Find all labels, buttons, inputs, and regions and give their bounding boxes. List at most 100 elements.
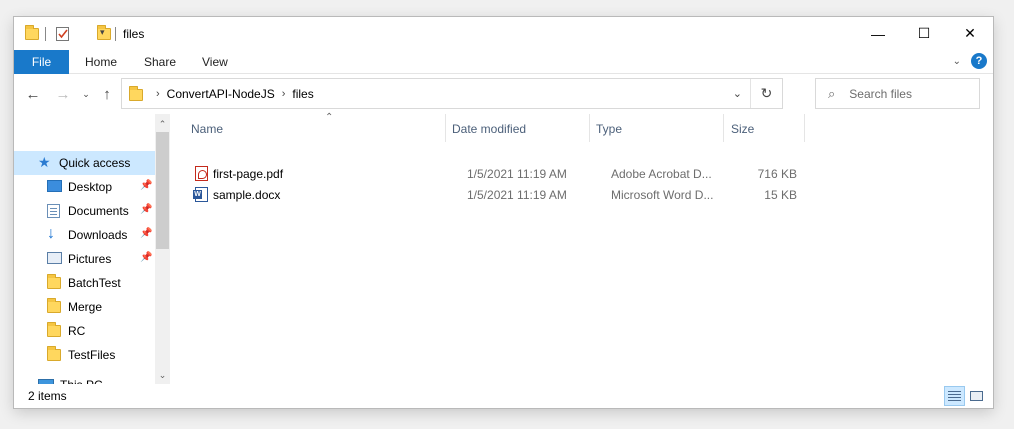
details-view-button[interactable]	[944, 386, 965, 406]
ribbon-tabs: File Home Share View ⌄ ?	[14, 50, 993, 74]
minimize-button[interactable]: —	[855, 17, 901, 50]
close-icon: ✕	[964, 25, 976, 41]
pdf-icon	[195, 166, 208, 181]
refresh-icon: ↻	[760, 85, 773, 101]
address-dropdown-icon[interactable]: ⌄	[733, 87, 742, 100]
expand-ribbon-icon[interactable]: ⌄	[953, 56, 961, 67]
column-header-date[interactable]: Date modified	[452, 114, 589, 144]
column-header-size[interactable]: Size	[731, 114, 803, 144]
large-icons-view-button[interactable]	[966, 386, 987, 406]
star-icon: ★	[38, 154, 51, 170]
scroll-up-icon[interactable]: ⌃	[155, 116, 170, 132]
column-label: Size	[731, 122, 755, 136]
nav-label: Pictures	[68, 252, 112, 266]
folder-icon	[47, 346, 61, 361]
search-input[interactable]	[849, 86, 950, 101]
column-label: Name	[191, 122, 224, 136]
column-header-type[interactable]: Type	[596, 114, 723, 144]
chevron-right-icon[interactable]: ›	[156, 88, 160, 100]
documents-icon	[47, 204, 60, 218]
file-size: 15 KB	[764, 188, 797, 202]
details-view-icon	[948, 390, 961, 402]
nav-item-downloads[interactable]: ↓ Downloads 📌	[14, 223, 155, 247]
column-label: Date modified	[452, 122, 527, 136]
breadcrumb-convertapi[interactable]: ConvertAPI-NodeJS	[167, 87, 275, 101]
back-button[interactable]: ←	[24, 84, 42, 104]
tab-file[interactable]: File	[14, 50, 69, 74]
up-button[interactable]: ↑	[98, 84, 116, 104]
nav-label: BatchTest	[68, 276, 121, 290]
folder-icon	[47, 322, 61, 337]
table-row[interactable]: sample.docx 1/5/2021 11:19 AM Microsoft …	[170, 185, 993, 206]
search-box[interactable]: ⌕	[815, 78, 980, 109]
pin-icon: 📌	[140, 228, 153, 239]
tab-view[interactable]: View	[202, 50, 228, 74]
desktop-icon	[47, 180, 62, 192]
up-arrow-icon: ↑	[103, 85, 111, 103]
table-row[interactable]: first-page.pdf 1/5/2021 11:19 AM Adobe A…	[170, 164, 993, 185]
pin-icon: 📌	[140, 180, 153, 191]
nav-item-pictures[interactable]: Pictures 📌	[14, 247, 155, 271]
file-name: first-page.pdf	[213, 167, 284, 181]
pin-icon: 📌	[140, 204, 153, 215]
column-divider[interactable]	[723, 114, 724, 142]
folder-icon	[47, 298, 61, 313]
file-list: ⌃ Name Date modified Type Size first-pag…	[170, 112, 993, 384]
nav-item-documents[interactable]: Documents 📌	[14, 199, 155, 223]
nav-label: Merge	[68, 300, 103, 314]
pin-icon: 📌	[140, 252, 153, 263]
column-label: Type	[596, 122, 623, 136]
minimize-icon: —	[871, 25, 885, 42]
chevron-down-icon: ⌄	[82, 88, 90, 99]
divider	[115, 27, 116, 41]
pictures-icon	[47, 252, 62, 264]
nav-label: Downloads	[68, 228, 128, 242]
help-icon[interactable]: ?	[971, 53, 987, 69]
nav-scrollbar[interactable]: ⌃ ⌄	[155, 114, 170, 384]
column-divider[interactable]	[445, 114, 446, 142]
nav-label: RC	[68, 324, 86, 338]
forward-button[interactable]: →	[54, 84, 72, 104]
nav-label: TestFiles	[68, 348, 116, 362]
file-date: 1/5/2021 11:19 AM	[467, 188, 567, 202]
chevron-right-icon[interactable]: ›	[282, 88, 286, 100]
folder-icon	[129, 86, 143, 101]
file-name: sample.docx	[213, 188, 281, 202]
item-count: 2 items	[28, 389, 67, 403]
refresh-button[interactable]: ↻	[750, 79, 782, 108]
explorer-window: ▾ files — ☐ ✕ File Home Share View ⌄ ? ←…	[14, 17, 993, 408]
title-bar: ▾ files — ☐ ✕	[14, 17, 993, 50]
scrollbar-thumb[interactable]	[156, 132, 169, 249]
address-row: ← → ⌄ ↑ › ConvertAPI-NodeJS › files ⌄ ↻ …	[14, 74, 993, 114]
forward-arrow-icon: →	[55, 85, 71, 103]
maximize-icon: ☐	[917, 25, 931, 41]
customize-quick-access-icon[interactable]: ▾	[100, 27, 105, 45]
column-divider[interactable]	[589, 114, 590, 142]
nav-item-desktop[interactable]: Desktop 📌	[14, 175, 155, 199]
scroll-down-icon[interactable]: ⌄	[155, 367, 170, 383]
nav-item-batchtest[interactable]: BatchTest	[14, 271, 155, 295]
file-type: Microsoft Word D...	[611, 188, 714, 202]
column-divider[interactable]	[804, 114, 805, 142]
close-button[interactable]: ✕	[947, 17, 993, 50]
nav-item-testfiles[interactable]: TestFiles	[14, 343, 155, 367]
tab-share[interactable]: Share	[144, 50, 176, 74]
word-icon	[193, 187, 208, 202]
address-bar[interactable]: › ConvertAPI-NodeJS › files ⌄ ↻	[121, 78, 783, 109]
column-header-name[interactable]: Name	[191, 114, 445, 144]
navigation-pane: ★ Quick access Desktop 📌 Documents 📌 ↓ D…	[14, 114, 170, 392]
nav-label: Documents	[68, 204, 129, 218]
folder-icon	[25, 25, 39, 40]
tab-home[interactable]: Home	[85, 50, 117, 74]
maximize-button[interactable]: ☐	[901, 17, 947, 50]
status-bar: 2 items	[14, 384, 993, 408]
properties-quick-button[interactable]	[56, 26, 70, 44]
nav-item-rc[interactable]: RC	[14, 319, 155, 343]
nav-label: Quick access	[59, 156, 131, 170]
file-date: 1/5/2021 11:19 AM	[467, 167, 567, 181]
nav-quick-access[interactable]: ★ Quick access	[14, 151, 155, 175]
recent-locations-button[interactable]: ⌄	[81, 84, 91, 104]
file-size: 716 KB	[757, 167, 797, 181]
nav-item-merge[interactable]: Merge	[14, 295, 155, 319]
breadcrumb-files[interactable]: files	[292, 87, 313, 101]
